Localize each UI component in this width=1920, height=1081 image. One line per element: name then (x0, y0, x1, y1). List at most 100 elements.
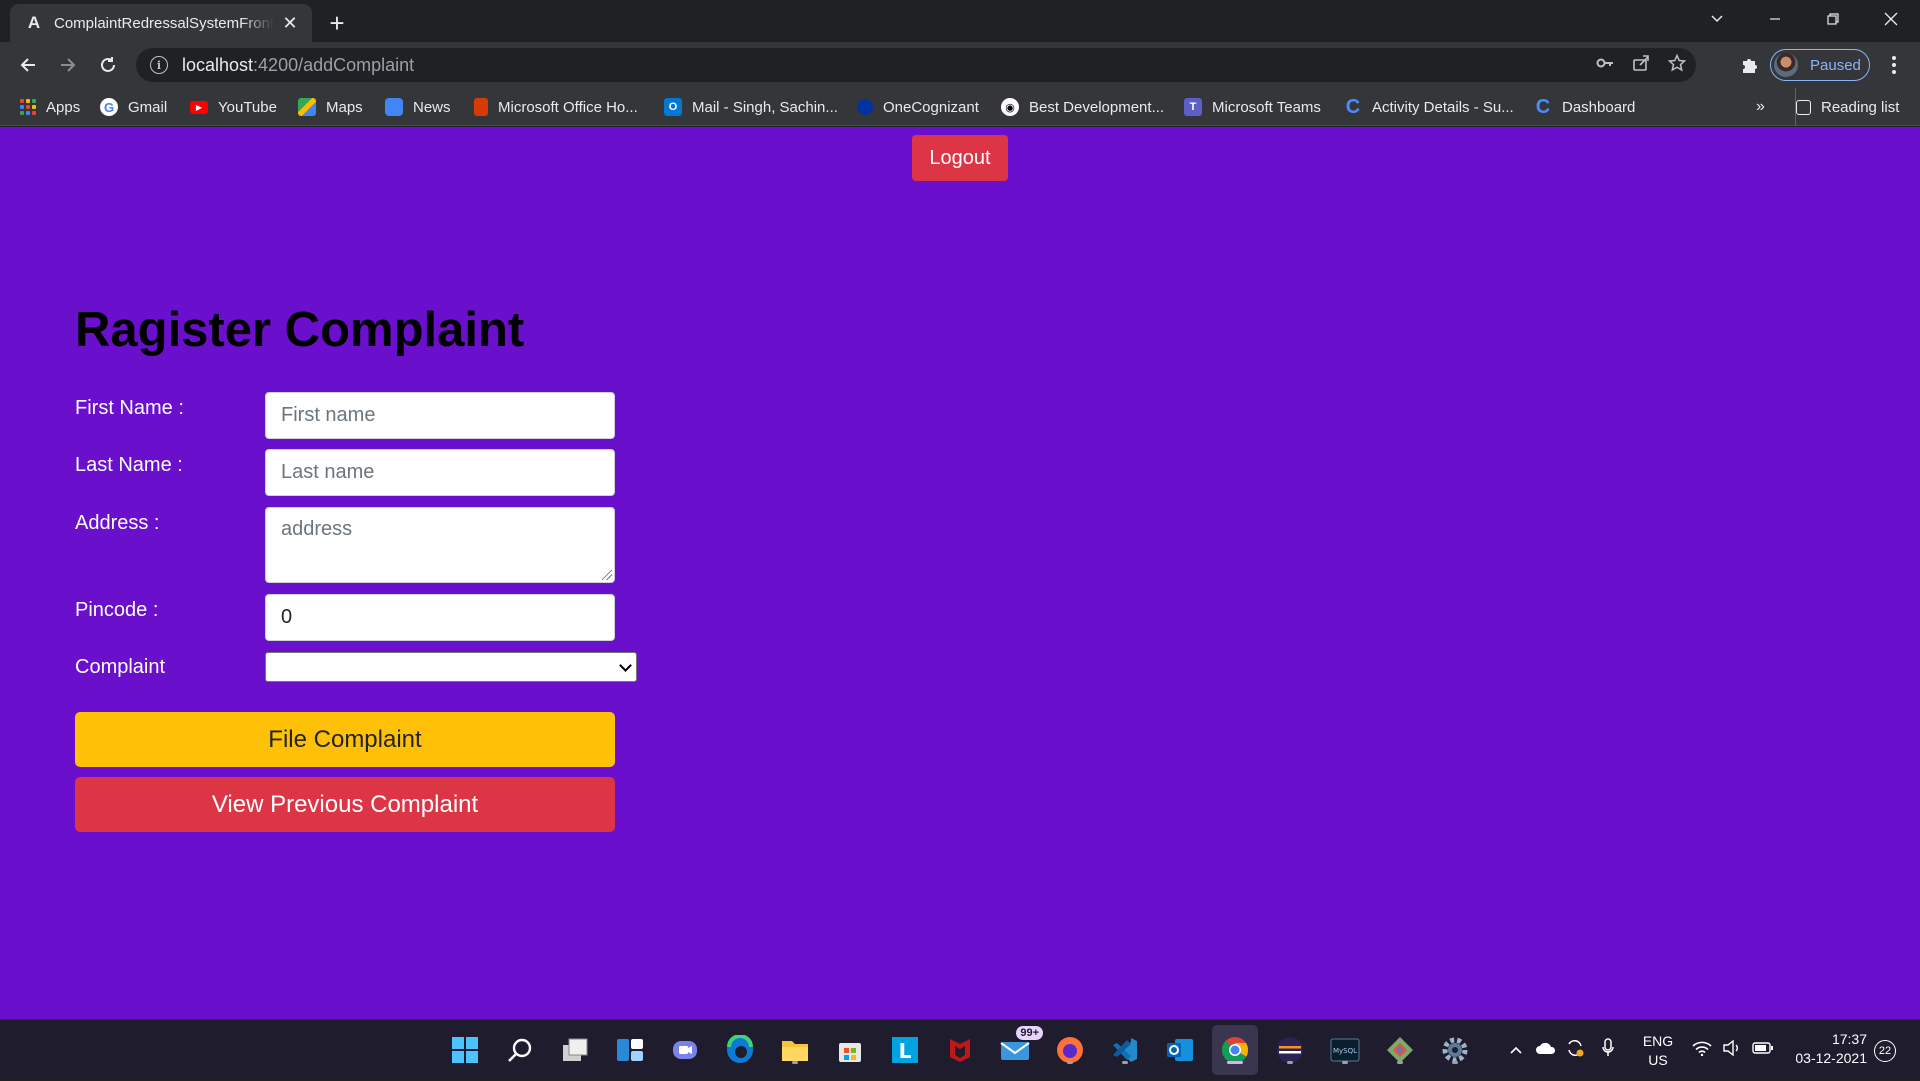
complaint-select[interactable] (265, 652, 637, 682)
pincode-input[interactable]: 0 (265, 594, 615, 641)
windows-start-icon[interactable] (447, 1032, 483, 1068)
browser-tab[interactable]: A ComplaintRedressalSystemFrontend ✕ (10, 4, 312, 42)
bookmark-dashboard[interactable]: C Dashboard (1534, 88, 1636, 126)
view-previous-complaint-button[interactable]: View Previous Complaint (75, 777, 615, 832)
file-complaint-button[interactable]: File Complaint (75, 712, 615, 767)
pincode-label: Pincode : (75, 599, 159, 621)
resize-handle-icon[interactable] (602, 570, 612, 580)
kebab-menu-icon[interactable] (1880, 51, 1908, 79)
minimize-button[interactable] (1746, 0, 1804, 38)
url-path: :4200/addComplaint (253, 54, 415, 75)
file-explorer-icon[interactable] (777, 1032, 813, 1068)
back-icon[interactable] (12, 49, 44, 81)
site-info-icon[interactable]: i (150, 56, 168, 74)
profile-status: Paused (1810, 56, 1861, 74)
office-icon (474, 98, 488, 116)
new-tab-button[interactable]: + (322, 8, 352, 38)
windows-taskbar: L 99+ MySQL ENG US 17:37 03-12-2021 22 (0, 1019, 1920, 1080)
running-indicator (1342, 1061, 1348, 1064)
bookmark-mail[interactable]: O Mail - Singh, Sachin... (664, 88, 838, 126)
bookmark-label: Mail - Singh, Sachin... (692, 98, 838, 116)
bookmark-label: Activity Details - Su... (1372, 98, 1514, 116)
task-view-icon[interactable] (557, 1032, 593, 1068)
share-icon[interactable] (1632, 54, 1650, 77)
bookmark-label: Microsoft Teams (1212, 98, 1321, 116)
firefox-icon[interactable] (1052, 1032, 1088, 1068)
avatar (1774, 53, 1798, 77)
mysql-workbench-icon[interactable]: MySQL (1327, 1032, 1363, 1068)
more-bookmarks-button[interactable]: » (1756, 88, 1765, 126)
bookmark-maps[interactable]: Maps (298, 88, 363, 126)
reading-list-button[interactable]: Reading list (1795, 88, 1899, 126)
edge-browser-icon[interactable] (722, 1032, 758, 1068)
search-icon[interactable] (502, 1032, 538, 1068)
logout-button[interactable]: Logout (912, 135, 1008, 181)
forward-icon[interactable] (52, 49, 84, 81)
close-window-button[interactable] (1862, 0, 1920, 38)
profile-button[interactable]: Paused (1770, 49, 1870, 81)
microphone-icon[interactable] (1601, 1038, 1615, 1063)
youtube-icon: ▶ (190, 100, 208, 114)
key-icon[interactable] (1596, 54, 1614, 77)
bookmark-news[interactable]: News (385, 88, 451, 126)
first-name-input[interactable]: First name (265, 392, 615, 439)
settings-gear-icon[interactable] (1437, 1032, 1473, 1068)
reload-icon[interactable] (92, 49, 124, 81)
address-bar[interactable]: i localhost:4200/addComplaint (136, 48, 1696, 82)
bookmark-best-development[interactable]: ◉ Best Development... (1001, 88, 1164, 126)
bookmark-star-icon[interactable] (1667, 53, 1687, 77)
apps-grid-icon (20, 99, 36, 115)
browser-tab-strip: A ComplaintRedressalSystemFrontend ✕ + (0, 0, 1920, 42)
eclipse-icon[interactable] (1272, 1032, 1308, 1068)
teams-icon: T (1184, 98, 1202, 116)
mail-icon[interactable]: 99+ (997, 1026, 1043, 1068)
notification-count-badge[interactable]: 22 (1874, 1040, 1896, 1062)
chrome-icon[interactable] (1217, 1032, 1253, 1068)
onedrive-cloud-icon[interactable] (1535, 1041, 1557, 1060)
complaint-label: Complaint (75, 656, 166, 678)
bookmark-office[interactable]: Microsoft Office Ho... (474, 88, 638, 126)
bookmark-teams[interactable]: T Microsoft Teams (1184, 88, 1321, 126)
quick-settings[interactable] (1692, 1020, 1774, 1081)
tab-title: ComplaintRedressalSystemFrontend (54, 14, 274, 32)
bookmark-label: Gmail (128, 98, 168, 116)
github-icon: ◉ (1001, 98, 1019, 116)
bookmark-activity-details[interactable]: C Activity Details - Su... (1344, 88, 1514, 126)
bookmark-onecognizant[interactable]: OneCognizant (857, 88, 979, 126)
tab-search-icon[interactable] (1688, 0, 1746, 38)
widgets-icon[interactable] (612, 1032, 648, 1068)
url-host: localhost (182, 54, 254, 75)
l-app-icon[interactable]: L (887, 1032, 923, 1068)
bookmark-gmail[interactable]: G Gmail (100, 88, 167, 126)
address-textarea[interactable]: address (265, 507, 615, 583)
clock-time: 17:37 (1831, 1031, 1867, 1047)
bookmark-label: YouTube (218, 98, 277, 116)
language-indicator[interactable]: ENG US (1640, 1020, 1676, 1081)
store-icon[interactable] (832, 1032, 868, 1068)
mcafee-icon[interactable] (942, 1032, 978, 1068)
system-clock[interactable]: 17:37 03-12-2021 (1787, 1030, 1867, 1068)
close-tab-icon[interactable]: ✕ (280, 13, 300, 33)
first-name-label: First Name : (75, 397, 184, 419)
vscode-icon[interactable] (1107, 1032, 1143, 1068)
omnibox-actions (1596, 48, 1687, 82)
last-name-input[interactable]: Last name (265, 449, 615, 496)
outlook-icon: O (664, 98, 682, 116)
show-hidden-icons-chevron-icon[interactable] (1505, 1042, 1527, 1060)
bookmark-label: Dashboard (1562, 98, 1636, 116)
extensions-puzzle-icon[interactable] (1735, 51, 1763, 79)
sync-icon[interactable] (1565, 1038, 1585, 1063)
bookmark-label: Maps (326, 98, 363, 116)
outlook-app-icon[interactable] (1162, 1032, 1198, 1068)
bookmark-apps[interactable]: Apps (20, 88, 80, 126)
active-indicator (1227, 1061, 1243, 1064)
restore-button[interactable] (1804, 0, 1862, 38)
page-body: Logout Ragister Complaint First Name : F… (0, 127, 1920, 1019)
c-icon: C (1345, 95, 1361, 118)
git-gui-icon[interactable] (1382, 1032, 1418, 1068)
chat-icon[interactable] (667, 1032, 703, 1068)
reading-list-label: Reading list (1821, 98, 1900, 116)
page-title: Ragister Complaint (75, 303, 525, 357)
cognizant-icon (857, 99, 873, 115)
bookmark-youtube[interactable]: ▶ YouTube (190, 88, 277, 126)
